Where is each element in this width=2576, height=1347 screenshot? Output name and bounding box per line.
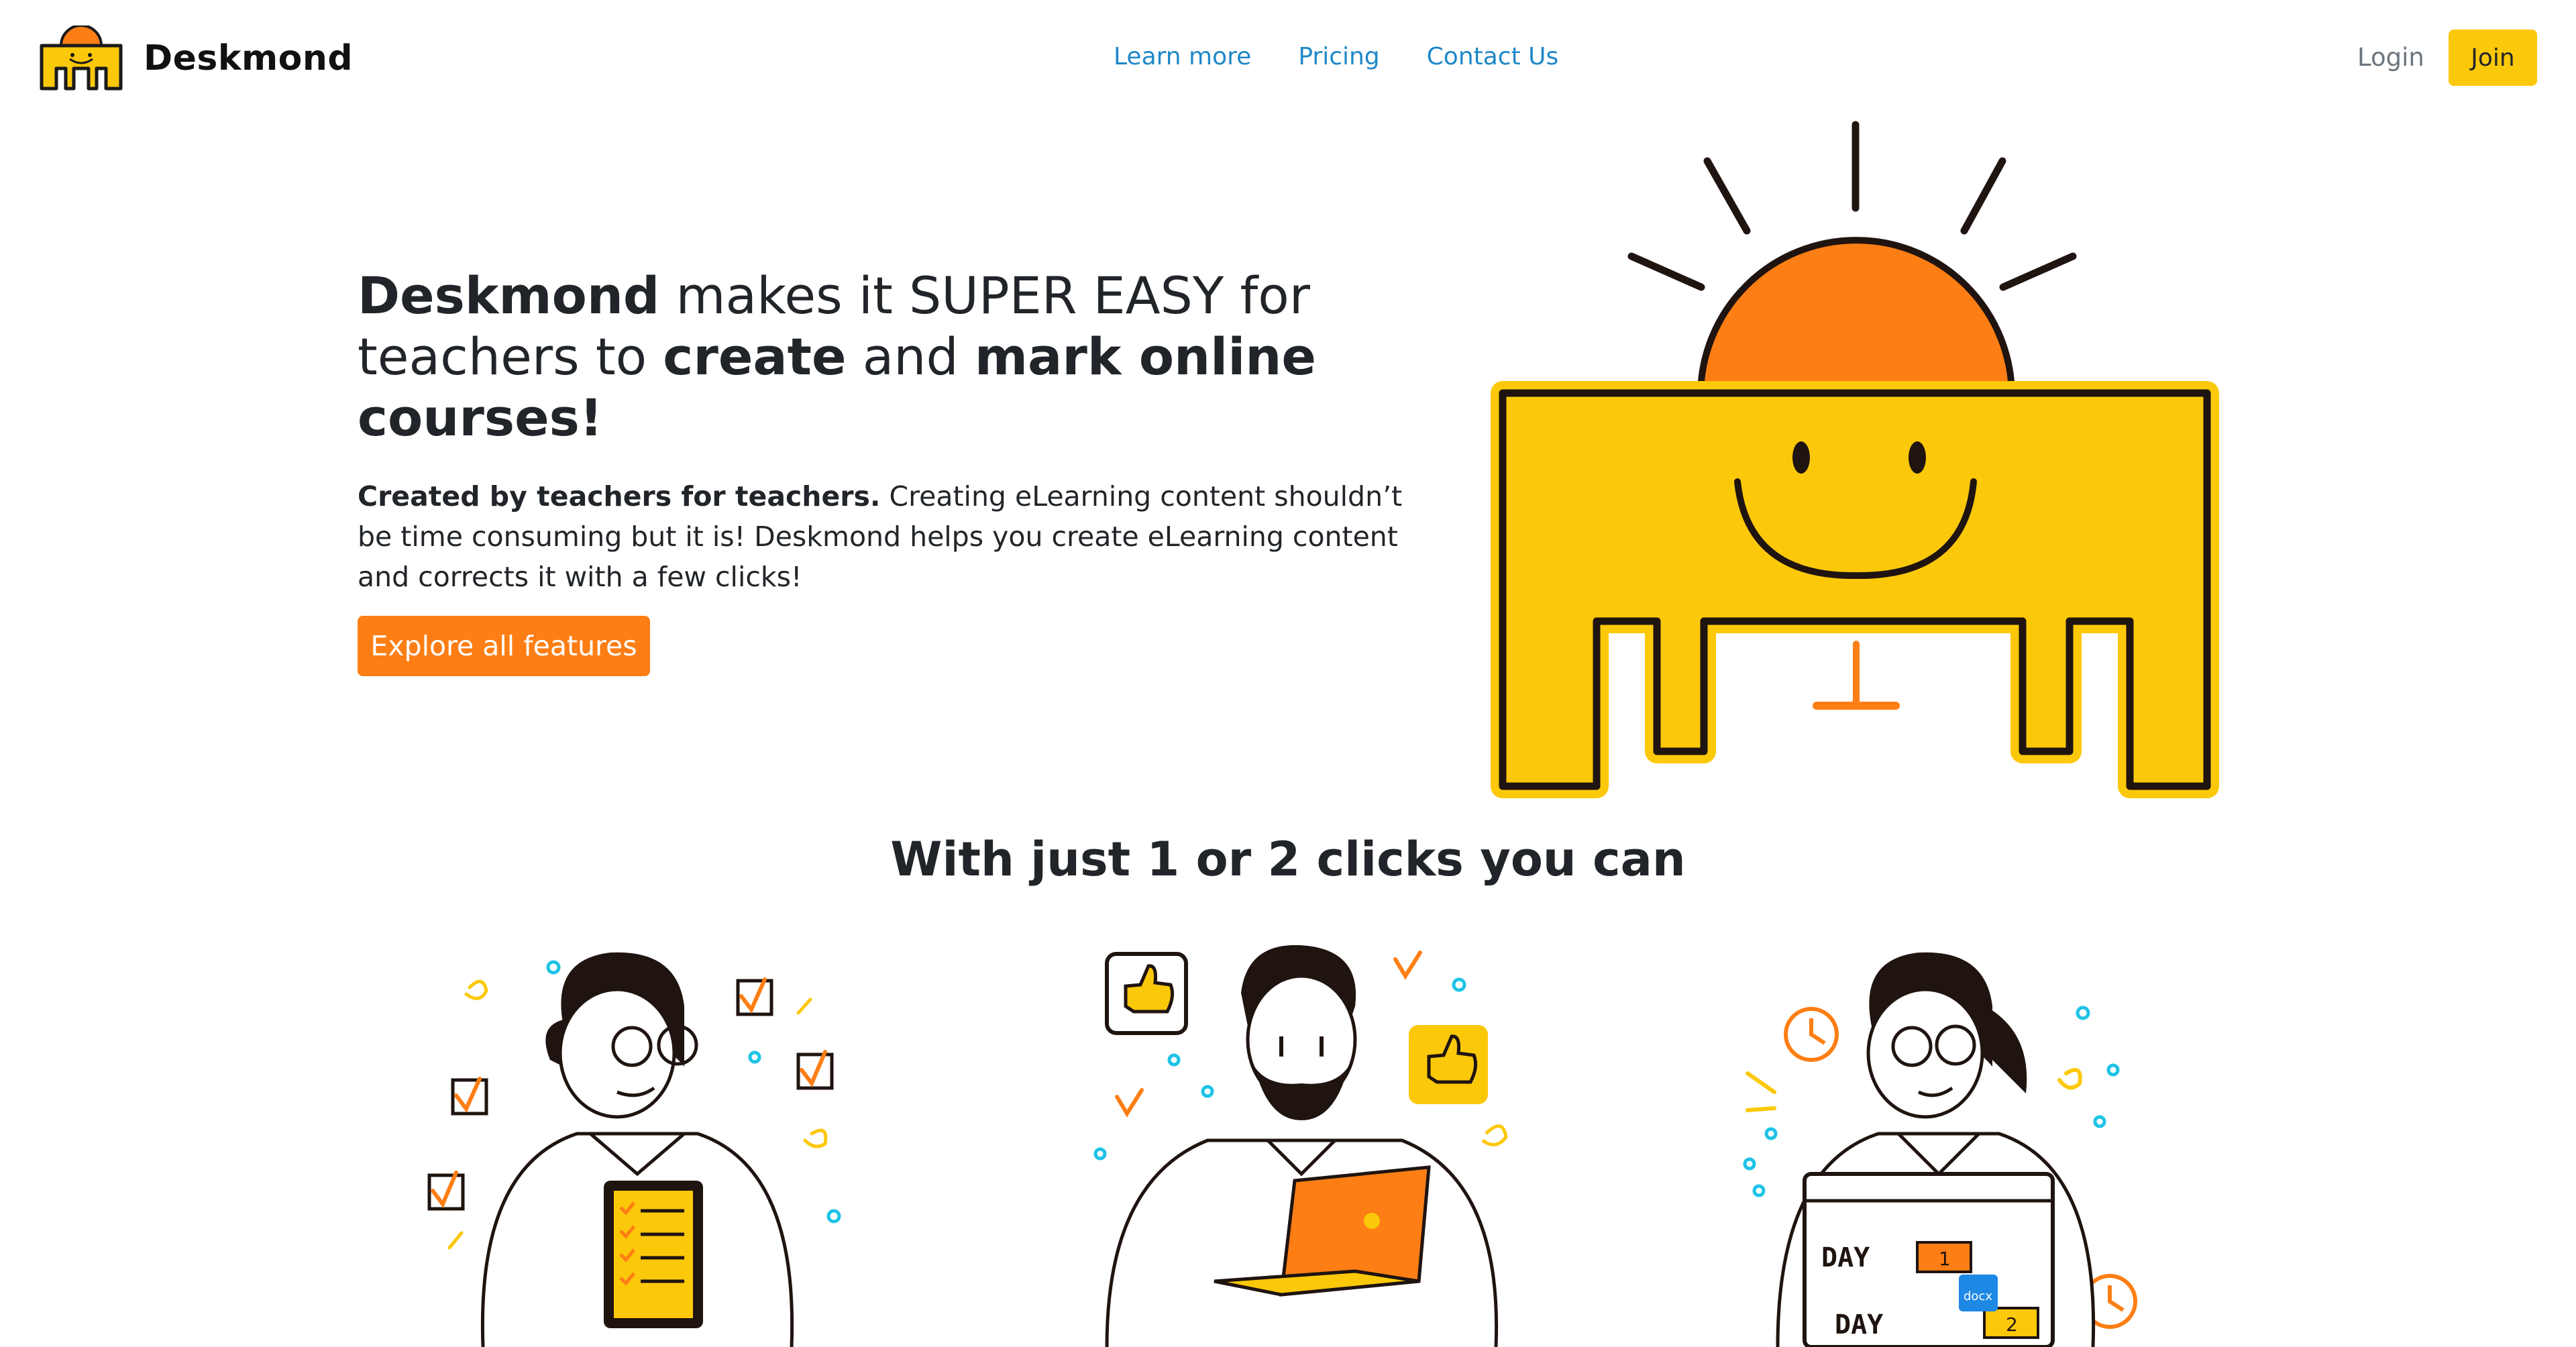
calendar-day-label-1: DAY (1821, 1242, 1870, 1273)
join-button[interactable]: Join (2449, 30, 2537, 86)
hero-section: Deskmond makes it SUPER EASY for teacher… (358, 265, 1404, 597)
headline-create: create (663, 327, 847, 386)
desk-smiley-hero-illustration (1491, 121, 2219, 798)
brand-home-link[interactable]: Deskmond (39, 25, 353, 91)
hero-lead: Created by teachers for teachers. Creati… (358, 476, 1404, 597)
nav-links: Learn more Pricing Contact Us (1114, 43, 1558, 70)
hero-headline: Deskmond makes it SUPER EASY for teacher… (358, 265, 1404, 448)
calendar-day-label-2: DAY (1835, 1309, 1883, 1340)
calendar-day-number-2: 2 (2006, 1313, 2018, 1336)
nav-link-learn-more[interactable]: Learn more (1114, 43, 1251, 70)
explore-features-button[interactable]: Explore all features (358, 616, 650, 676)
headline-text-2: and (846, 327, 975, 386)
man-laptop-thumbs-up-illustration (1093, 945, 1508, 1347)
teacher-tablet-checklist-illustration (427, 952, 841, 1347)
top-navbar: Deskmond Learn more Pricing Contact Us L… (0, 0, 2576, 117)
lead-bold: Created by teachers for teachers. (358, 480, 881, 513)
teacher-calendar-illustration: DAY 1 DAY 2 docx (1743, 952, 2137, 1347)
brand-name: Deskmond (144, 38, 354, 78)
login-link[interactable]: Login (2357, 43, 2424, 72)
desk-smiley-logo-icon (40, 25, 123, 91)
features-title: With just 1 or 2 clicks you can (890, 832, 1686, 887)
calendar-day-number-1: 1 (1939, 1248, 1951, 1270)
nav-link-contact-us[interactable]: Contact Us (1427, 43, 1559, 70)
calendar-icon: DAY 1 DAY 2 docx (1803, 1172, 2055, 1347)
docx-file-badge: docx (1964, 1289, 1992, 1303)
thumbs-up-icon (1105, 952, 1188, 1035)
nav-link-pricing[interactable]: Pricing (1298, 43, 1379, 70)
headline-brand: Deskmond (358, 266, 660, 325)
